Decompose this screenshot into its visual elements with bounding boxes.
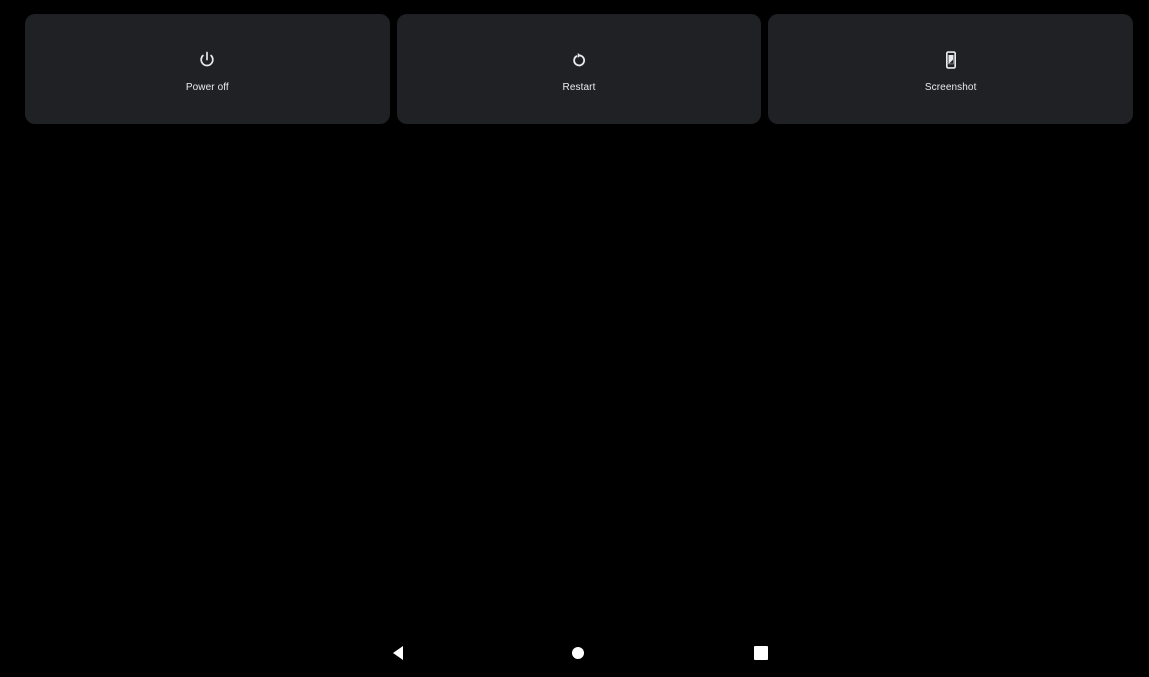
- home-button[interactable]: [566, 641, 590, 665]
- screenshot-button[interactable]: Screenshot: [768, 14, 1134, 124]
- power-off-button[interactable]: Power off: [25, 14, 390, 124]
- back-icon: [391, 645, 405, 661]
- global-actions-screen: Power off Restart Screenshot: [0, 0, 1149, 677]
- recents-icon: [753, 645, 769, 661]
- power-menu: Power off Restart Screenshot: [25, 14, 1134, 124]
- screenshot-label: Screenshot: [924, 82, 977, 93]
- restart-label: Restart: [562, 82, 596, 93]
- restart-icon: [569, 50, 589, 70]
- back-button[interactable]: [386, 641, 410, 665]
- navigation-bar: [0, 629, 1149, 677]
- power-off-label: Power off: [185, 82, 229, 93]
- power-icon: [197, 50, 217, 70]
- screenshot-icon: [941, 50, 961, 70]
- restart-button[interactable]: Restart: [396, 14, 762, 124]
- recents-button[interactable]: [749, 641, 773, 665]
- home-icon: [571, 646, 585, 660]
